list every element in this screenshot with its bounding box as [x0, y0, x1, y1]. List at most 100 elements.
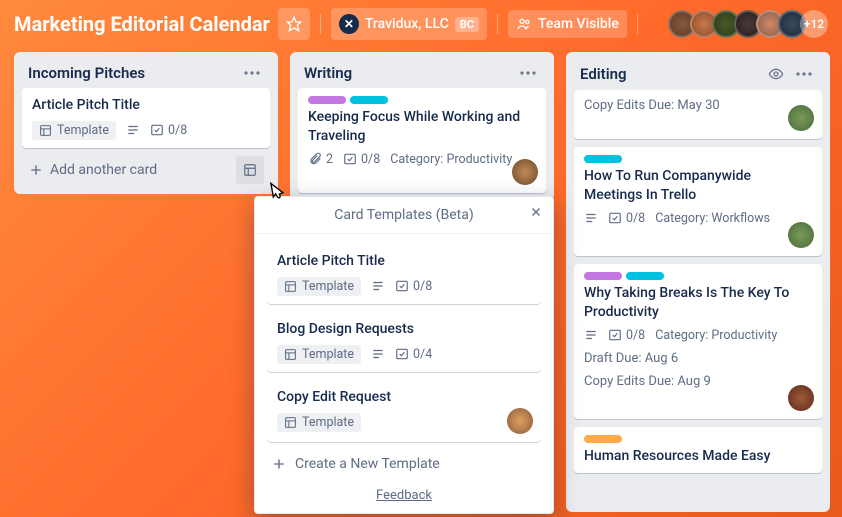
checklist-icon — [608, 328, 622, 342]
board-header: Marketing Editorial Calendar ✕ Travidux,… — [0, 0, 842, 48]
visibility-label: Team Visible — [538, 16, 619, 32]
description-icon — [371, 347, 385, 361]
card-extra-text: Copy Edits Due: Aug 9 — [584, 374, 812, 389]
template-blog-design[interactable]: Blog Design Requests Template 0/4 — [267, 312, 541, 372]
org-badge: BC — [455, 17, 479, 32]
category-text: Category: Productivity — [390, 152, 512, 167]
card-hr-made-easy[interactable]: Human Resources Made Easy — [574, 427, 822, 474]
checklist-icon — [343, 152, 357, 166]
list-menu-button[interactable] — [792, 70, 816, 78]
checklist-badge: 0/8 — [395, 279, 432, 294]
description-badge — [371, 279, 385, 293]
separator — [320, 14, 321, 34]
plus-icon — [28, 162, 44, 178]
label-cyan[interactable] — [584, 155, 622, 163]
checklist-badge: 0/8 — [150, 123, 187, 138]
list-title[interactable]: Incoming Pitches — [28, 64, 240, 82]
card-templates-popover: Card Templates (Beta) Article Pitch Titl… — [254, 196, 554, 514]
template-icon — [284, 416, 297, 429]
template-picker-button[interactable] — [236, 156, 264, 184]
template-copy-edit[interactable]: Copy Edit Request Template — [267, 380, 541, 442]
list-title[interactable]: Editing — [580, 65, 762, 83]
list-menu-button[interactable] — [240, 69, 264, 77]
card-title: Human Resources Made Easy — [584, 447, 812, 466]
watch-button[interactable] — [762, 64, 790, 84]
checklist-icon — [395, 347, 409, 361]
checklist-badge: 0/4 — [395, 347, 432, 362]
checklist-icon — [150, 123, 164, 137]
description-badge — [126, 123, 140, 137]
template-article-pitch[interactable]: Article Pitch Title Template 0/8 — [267, 244, 541, 304]
visibility-button[interactable]: Team Visible — [508, 10, 627, 38]
card-title: Why Taking Breaks Is The Key To Producti… — [584, 284, 812, 322]
plus-icon — [271, 456, 287, 472]
template-chip: Template — [32, 121, 116, 140]
label-purple[interactable] — [584, 272, 622, 280]
template-chip: Template — [277, 277, 361, 296]
description-icon — [584, 328, 598, 342]
description-icon — [584, 211, 598, 225]
template-icon — [243, 163, 257, 177]
extra-members-count[interactable]: +12 — [800, 10, 828, 38]
star-icon — [286, 16, 302, 32]
board-title[interactable]: Marketing Editorial Calendar — [14, 12, 270, 36]
card-title: Keeping Focus While Working and Travelin… — [308, 108, 536, 146]
close-icon — [529, 205, 543, 219]
checklist-badge: 0/8 — [608, 211, 645, 226]
description-badge — [371, 347, 385, 361]
add-card-button[interactable]: Add another card — [28, 162, 230, 178]
description-icon — [371, 279, 385, 293]
feedback-link[interactable]: Feedback — [255, 484, 553, 513]
description-badge — [584, 211, 598, 225]
card-extra-text: Copy Edits Due: May 30 — [584, 98, 812, 113]
attachment-icon — [308, 152, 322, 166]
dots-icon — [796, 72, 812, 76]
close-button[interactable] — [529, 205, 543, 219]
create-template-button[interactable]: Create a New Template — [267, 450, 541, 474]
org-button[interactable]: ✕ Travidux, LLC BC — [331, 8, 487, 40]
member-avatar[interactable] — [788, 385, 814, 411]
dots-icon — [520, 71, 536, 75]
category-text: Category: Workflows — [655, 211, 770, 226]
list-incoming-pitches: Incoming Pitches Article Pitch Title Tem… — [14, 52, 278, 194]
card-title: Article Pitch Title — [32, 96, 260, 115]
card-companywide-meetings[interactable]: How To Run Companywide Meetings In Trell… — [574, 147, 822, 256]
list-writing: Writing Keeping Focus While Working and … — [290, 52, 554, 201]
member-avatar[interactable] — [788, 105, 814, 131]
checklist-badge: 0/8 — [343, 152, 380, 167]
checklist-icon — [608, 211, 622, 225]
checklist-badge: 0/8 — [608, 328, 645, 343]
template-title: Blog Design Requests — [277, 320, 531, 339]
dots-icon — [244, 71, 260, 75]
template-icon — [284, 348, 297, 361]
card-article-pitch[interactable]: Article Pitch Title Template 0/8 — [22, 88, 270, 148]
label-orange[interactable] — [584, 435, 622, 443]
separator — [637, 14, 638, 34]
template-title: Article Pitch Title — [277, 252, 531, 271]
attachment-badge: 2 — [308, 152, 333, 167]
category-text: Category: Productivity — [655, 328, 777, 343]
list-title[interactable]: Writing — [304, 64, 516, 82]
card-keeping-focus[interactable]: Keeping Focus While Working and Travelin… — [298, 88, 546, 193]
label-cyan[interactable] — [626, 272, 664, 280]
template-icon — [284, 280, 297, 293]
team-icon — [516, 16, 532, 32]
label-purple[interactable] — [308, 96, 346, 104]
list-editing: Editing Copy Edits Due: May 30 How To Ru… — [566, 52, 830, 512]
separator — [497, 14, 498, 34]
label-cyan[interactable] — [350, 96, 388, 104]
member-avatar[interactable] — [512, 159, 538, 185]
org-icon: ✕ — [339, 14, 359, 34]
description-icon — [126, 123, 140, 137]
card-copy-edits-may30[interactable]: Copy Edits Due: May 30 — [574, 90, 822, 139]
card-taking-breaks[interactable]: Why Taking Breaks Is The Key To Producti… — [574, 264, 822, 419]
template-chip: Template — [277, 413, 361, 432]
member-avatar[interactable] — [507, 408, 533, 434]
eye-icon — [768, 66, 784, 82]
card-title: How To Run Companywide Meetings In Trell… — [584, 167, 812, 205]
list-menu-button[interactable] — [516, 69, 540, 77]
template-icon — [39, 124, 52, 137]
member-avatar[interactable] — [788, 222, 814, 248]
star-button[interactable] — [278, 8, 310, 40]
template-chip: Template — [277, 345, 361, 364]
